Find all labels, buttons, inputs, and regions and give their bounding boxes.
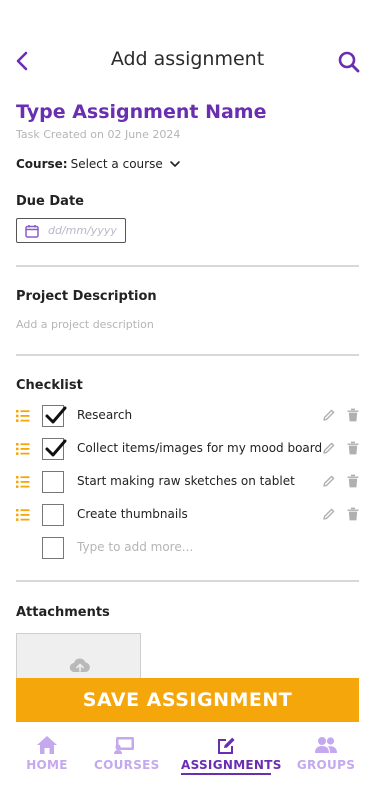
checklist-item-text[interactable]: Start making raw sketches on tablet [77, 474, 295, 488]
pencil-icon[interactable] [322, 441, 336, 455]
drag-handle-icon[interactable] [16, 475, 30, 489]
trash-icon[interactable] [347, 441, 359, 455]
trash-icon[interactable] [347, 507, 359, 521]
home-icon [37, 736, 57, 754]
drag-handle-icon[interactable] [16, 508, 30, 522]
checkbox-unchecked[interactable] [42, 471, 64, 493]
course-select[interactable]: Course: Select a course [16, 157, 181, 171]
checklist-item-text[interactable]: Create thumbnails [77, 507, 188, 521]
groups-icon [315, 737, 337, 753]
nav-item-assignments[interactable]: ASSIGNMENTS [181, 735, 281, 775]
checklist-add-input[interactable]: Type to add more... [77, 540, 193, 554]
checklist-item: Start making raw sketches on tablet [16, 471, 361, 495]
drag-handle-icon[interactable] [16, 409, 30, 423]
divider [16, 265, 359, 267]
checklist-item: Research [16, 405, 361, 429]
trash-icon[interactable] [347, 408, 359, 422]
attachments-label: Attachments [16, 605, 110, 620]
task-created-text: Task Created on 02 June 2024 [16, 128, 181, 141]
chevron-down-icon [169, 161, 180, 167]
nav-item-courses[interactable]: COURSES [94, 735, 160, 772]
bottom-nav: HOME COURSES ASSIGNMENTS GROUPS [0, 735, 375, 795]
nav-label: HOME [26, 758, 68, 772]
checkbox-checked[interactable] [42, 438, 67, 460]
nav-label: GROUPS [296, 758, 356, 772]
due-date-input[interactable]: dd/mm/yyyy [16, 218, 126, 243]
checkbox-unchecked[interactable] [42, 504, 64, 526]
drag-handle-icon[interactable] [16, 442, 30, 456]
assignment-name-input[interactable]: Type Assignment Name [16, 101, 266, 123]
due-date-placeholder: dd/mm/yyyy [48, 224, 117, 237]
checklist-item: Create thumbnails [16, 504, 361, 528]
project-description-input[interactable]: Add a project description [16, 318, 154, 331]
course-label: Course: [16, 157, 68, 171]
course-value: Select a course [70, 157, 163, 171]
cloud-upload-icon [69, 658, 90, 673]
search-icon [338, 51, 360, 73]
divider [16, 354, 359, 356]
due-date-label: Due Date [16, 194, 84, 209]
pencil-icon[interactable] [322, 408, 336, 422]
search-button[interactable] [337, 50, 361, 74]
pencil-icon[interactable] [322, 507, 336, 521]
courses-icon [114, 737, 134, 754]
project-description-label: Project Description [16, 289, 157, 304]
checklist-item-text[interactable]: Research [77, 408, 132, 422]
checkmark-icon [45, 406, 67, 424]
checklist-add-row: Type to add more... [16, 537, 361, 561]
calendar-icon [25, 224, 39, 238]
nav-label: ASSIGNMENTS [181, 758, 281, 775]
checklist-item: Collect items/images for my mood board [16, 438, 361, 462]
nav-item-groups[interactable]: GROUPS [295, 735, 357, 772]
top-bar: Add assignment [0, 44, 375, 78]
checklist-item-text[interactable]: Collect items/images for my mood board [77, 441, 322, 455]
pencil-icon[interactable] [322, 474, 336, 488]
nav-item-home[interactable]: HOME [26, 735, 68, 772]
save-assignment-button[interactable]: SAVE ASSIGNMENT [16, 678, 359, 722]
divider [16, 580, 359, 582]
checkmark-icon [45, 439, 67, 457]
page-title: Add assignment [110, 48, 265, 70]
trash-icon[interactable] [347, 474, 359, 488]
checklist-label: Checklist [16, 378, 83, 393]
edit-icon [218, 737, 235, 754]
nav-label: COURSES [94, 758, 160, 772]
checkbox-unchecked[interactable] [42, 537, 64, 559]
checkbox-checked[interactable] [42, 405, 67, 427]
